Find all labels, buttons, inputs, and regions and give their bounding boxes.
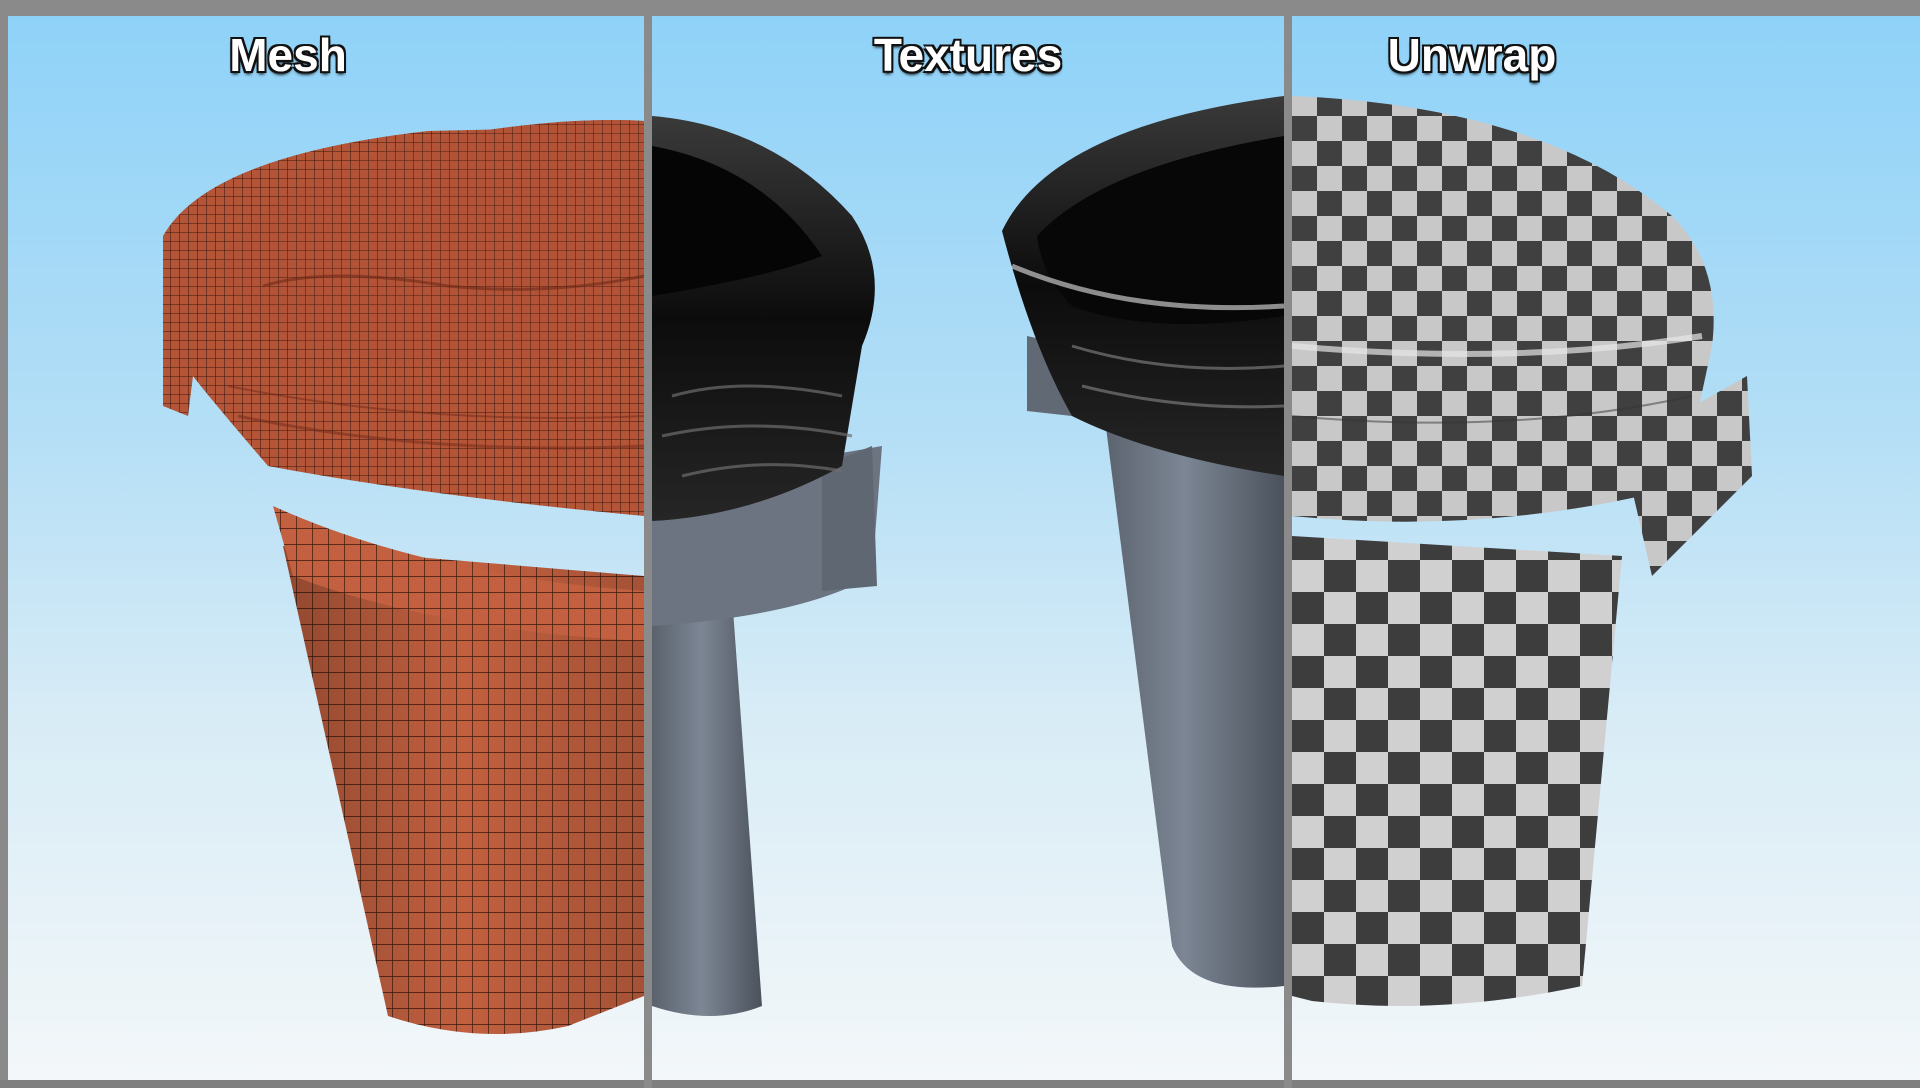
mesh-trash-can — [163, 120, 644, 1034]
panel-unwrap: Unwrap — [1292, 16, 1920, 1080]
uv-checker-trash-can — [1292, 96, 1752, 1006]
panel-title-textures: Textures — [873, 29, 1063, 81]
panel-textures: Textures — [652, 16, 1284, 1080]
panel-divider-1 — [644, 8, 652, 1088]
panel-mesh: Mesh — [8, 16, 644, 1080]
panel-title-mesh: Mesh — [229, 29, 347, 81]
textured-trash-cans — [652, 96, 1284, 1016]
triptych-frame: Mesh Textures Unwrap — [0, 0, 1920, 1088]
panel-divider-2 — [1284, 8, 1292, 1088]
panel-title-unwrap: Unwrap — [1387, 29, 1557, 81]
